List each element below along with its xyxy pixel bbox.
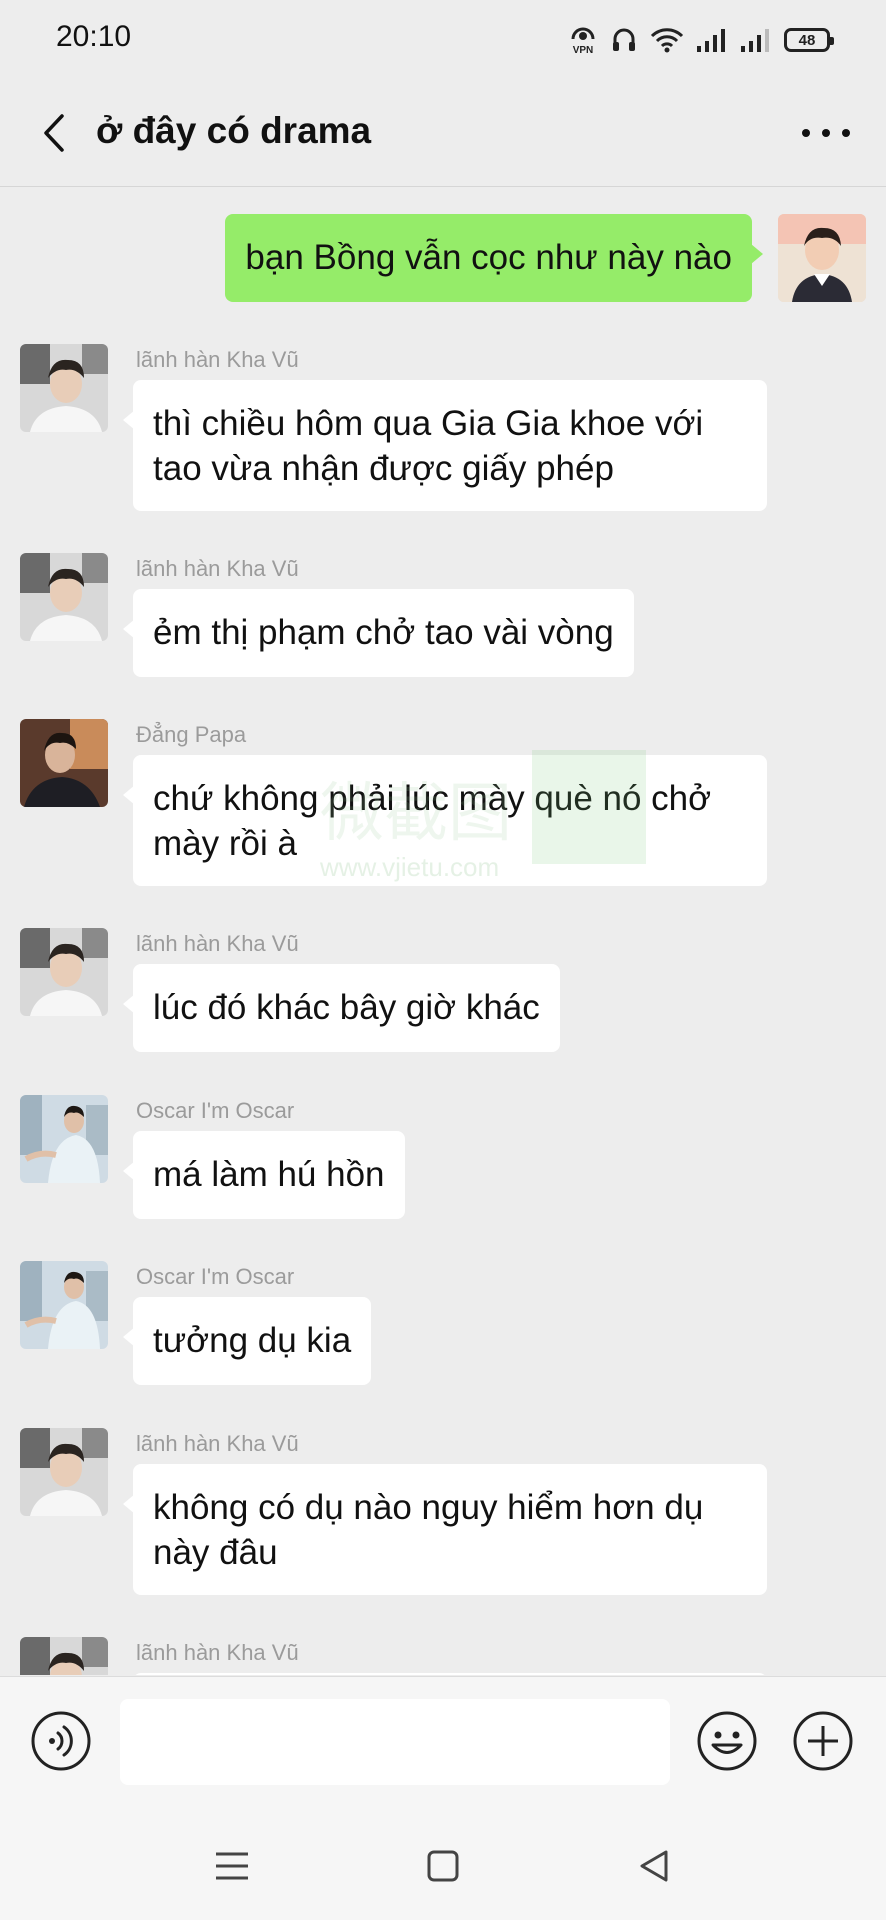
message-bubble[interactable]: lúc đó khác bây giờ khác bbox=[123, 964, 560, 1052]
message-list[interactable]: bạn Bồng vẫn cọc như này nào lãnh hàn Kh… bbox=[0, 187, 886, 1675]
message-bubble[interactable]: không có dụ nào nguy hiểm hơn dụ này đâu bbox=[123, 1464, 767, 1595]
more-dots-icon bbox=[802, 129, 850, 137]
avatar-oscar[interactable] bbox=[20, 1261, 108, 1349]
sender-name: Oscar I'm Oscar bbox=[136, 1264, 295, 1289]
menu-nav-button[interactable] bbox=[210, 1844, 254, 1888]
message-bubble[interactable]: tưởng dụ kia bbox=[122, 1297, 372, 1385]
message-bubble[interactable]: bạn Bồng vẫn cọc như này nào bbox=[225, 214, 763, 302]
headphones-icon bbox=[610, 26, 638, 54]
square-icon bbox=[427, 1850, 459, 1882]
status-icons: VPN 48 bbox=[568, 20, 834, 60]
sender-name: lãnh hàn Kha Vũ bbox=[136, 1640, 299, 1665]
more-actions-button[interactable] bbox=[792, 1710, 854, 1772]
avatar-kha-vu[interactable] bbox=[20, 553, 108, 641]
voice-icon bbox=[31, 1711, 91, 1771]
emoji-icon bbox=[697, 1711, 757, 1771]
message-bubble[interactable]: ẻm thị phạm chở tao vài vòng bbox=[123, 589, 634, 677]
back-button[interactable] bbox=[34, 108, 78, 158]
vpn-label: VPN bbox=[573, 45, 594, 55]
sender-name: Oscar I'm Oscar bbox=[136, 1098, 295, 1123]
home-nav-button[interactable] bbox=[421, 1844, 465, 1888]
avatar-self[interactable] bbox=[778, 214, 866, 302]
wifi-icon bbox=[650, 26, 684, 54]
signal-icon bbox=[740, 26, 772, 54]
battery-icon: 48 bbox=[784, 28, 834, 52]
chat-title: ở đây có drama bbox=[96, 110, 372, 151]
message-bubble[interactable]: má làm hú hồn bbox=[123, 1131, 405, 1219]
plus-icon bbox=[793, 1711, 853, 1771]
message-input[interactable] bbox=[120, 1699, 670, 1785]
input-bar bbox=[0, 1676, 886, 1813]
sender-name: lãnh hàn Kha Vũ bbox=[136, 931, 299, 956]
avatar-kha-vu[interactable] bbox=[20, 344, 108, 432]
sender-name: lãnh hàn Kha Vũ bbox=[136, 556, 299, 581]
avatar-dang-papa[interactable] bbox=[20, 719, 108, 807]
more-button[interactable] bbox=[796, 110, 856, 156]
avatar-oscar[interactable] bbox=[20, 1095, 108, 1183]
voice-button[interactable] bbox=[30, 1710, 92, 1772]
chevron-left-icon bbox=[44, 114, 64, 152]
menu-icon bbox=[216, 1852, 248, 1880]
status-bar: 20:10 VPN 48 bbox=[0, 0, 886, 80]
sender-name: Đẳng Papa bbox=[136, 722, 247, 747]
back-nav-button[interactable] bbox=[632, 1844, 676, 1888]
avatar-kha-vu[interactable] bbox=[20, 928, 108, 1016]
status-time: 20:10 bbox=[56, 20, 132, 53]
message-bubble[interactable]: chứ không phải lúc mày què nó chở mày rồ… bbox=[123, 755, 767, 886]
avatar-kha-vu[interactable] bbox=[20, 1428, 108, 1516]
avatar-kha-vu[interactable] bbox=[20, 1637, 108, 1675]
message-bubble[interactable] bbox=[133, 1673, 767, 1675]
message-bubble[interactable]: thì chiều hôm qua Gia Gia khoe với tao v… bbox=[123, 380, 767, 511]
chat-header: ở đây có drama bbox=[0, 80, 886, 187]
sender-name: lãnh hàn Kha Vũ bbox=[136, 347, 299, 372]
vpn-icon: VPN bbox=[568, 25, 598, 55]
emoji-button[interactable] bbox=[696, 1710, 758, 1772]
triangle-back-icon bbox=[640, 1850, 668, 1882]
system-nav-bar bbox=[0, 1812, 886, 1920]
signal-icon bbox=[696, 26, 728, 54]
sender-name: lãnh hàn Kha Vũ bbox=[136, 1431, 299, 1456]
